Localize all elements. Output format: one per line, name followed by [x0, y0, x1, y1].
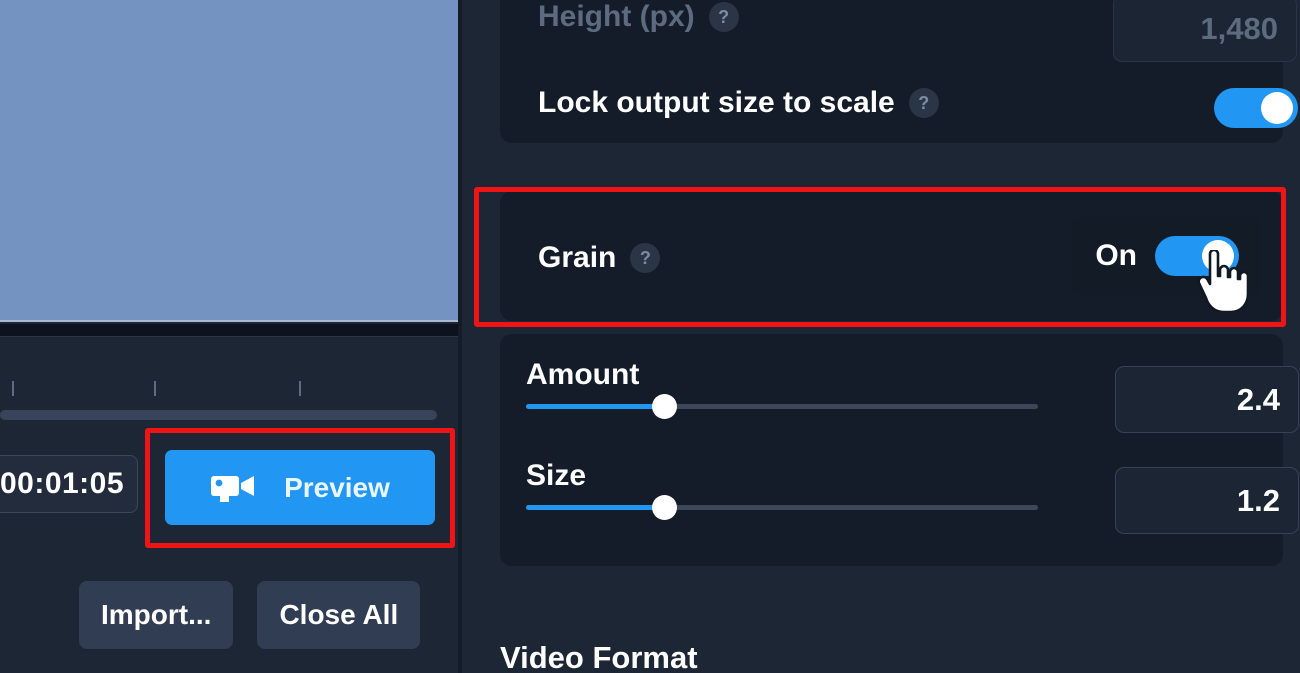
preview-button-label: Preview	[284, 471, 390, 503]
preview-button[interactable]: Preview	[165, 450, 435, 525]
amount-slider-thumb[interactable]	[652, 394, 678, 419]
amount-value-input[interactable]: 2.4	[1115, 366, 1299, 433]
lock-output-size-row: Lock output size to scale ?	[538, 86, 939, 120]
grain-toggle-group: On	[1071, 217, 1261, 295]
size-slider-label: Size	[526, 459, 587, 492]
height-row-label: Height (px)	[538, 0, 695, 33]
left-column: 00:01:05 Preview Import... Close All	[0, 0, 459, 673]
amount-slider-track[interactable]	[526, 394, 1038, 419]
lock-output-size-toggle[interactable]	[1214, 88, 1298, 128]
grain-label: Grain	[538, 241, 617, 274]
help-icon[interactable]: ?	[708, 2, 739, 32]
timecode-field[interactable]: 00:01:05	[0, 455, 138, 513]
grain-toggle[interactable]	[1155, 236, 1239, 276]
grain-row: Grain ?	[538, 241, 661, 275]
height-row: Height (px) ?	[538, 0, 739, 34]
toggle-knob	[1202, 240, 1234, 272]
timeline-area[interactable]	[0, 336, 458, 438]
size-slider-track[interactable]	[526, 495, 1038, 520]
import-button[interactable]: Import...	[79, 581, 234, 649]
preview-canvas-gutter	[0, 324, 458, 336]
lock-output-size-label: Lock output size to scale	[538, 86, 895, 119]
help-icon[interactable]: ?	[630, 243, 661, 273]
app-root: 00:01:05 Preview Import... Close All Hei…	[0, 0, 1300, 673]
footer-button-group: Import... Close All	[0, 556, 458, 673]
output-size-card: Height (px) ? 1,480 Lock output size to …	[500, 0, 1298, 143]
amount-slider-fill	[526, 404, 665, 409]
video-camera-icon	[210, 472, 256, 504]
timeline-tick	[299, 381, 301, 396]
close-all-button[interactable]: Close All	[257, 581, 421, 649]
size-value-input[interactable]: 1.2	[1115, 467, 1299, 534]
grain-sliders-card: Amount 2.4 Size 1.2	[500, 334, 1299, 566]
toggle-knob	[1261, 92, 1293, 124]
amount-slider-label: Amount	[526, 358, 640, 391]
height-value-input[interactable]: 1,480	[1113, 0, 1297, 62]
size-slider-fill	[526, 505, 665, 510]
size-slider-thumb[interactable]	[652, 495, 678, 520]
video-format-heading: Video Format	[500, 640, 698, 673]
help-icon[interactable]: ?	[908, 88, 939, 118]
video-preview-canvas[interactable]	[0, 0, 458, 322]
timeline-tick	[12, 381, 14, 396]
settings-panel: Height (px) ? 1,480 Lock output size to …	[462, 0, 1300, 673]
size-slider-row: Size	[526, 459, 1038, 520]
grain-card: Grain ? On	[500, 191, 1283, 321]
timeline-tick	[154, 381, 156, 396]
timeline-scrollbar[interactable]	[0, 410, 437, 420]
transport-row: 00:01:05 Preview	[0, 428, 458, 550]
amount-slider-row: Amount	[526, 358, 1038, 419]
grain-state-label: On	[1095, 239, 1137, 272]
